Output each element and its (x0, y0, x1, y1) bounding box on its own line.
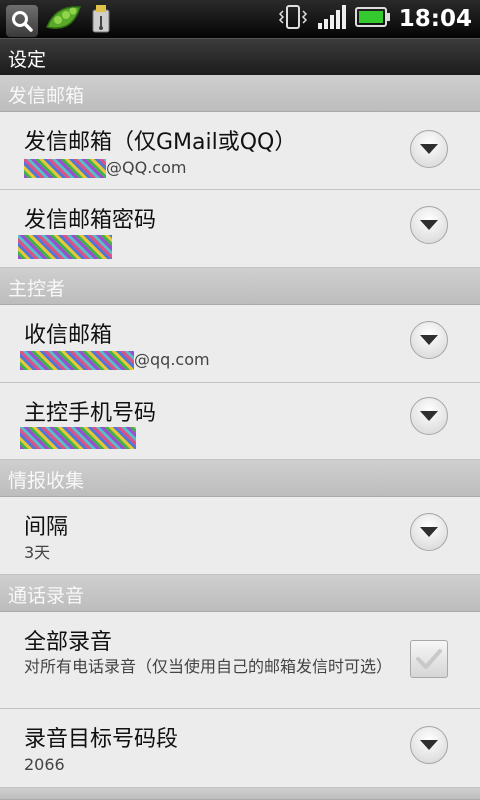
section-header-label: 情报收集 (8, 470, 85, 492)
section-header-label: 主控者 (8, 278, 66, 300)
record-all-checkbox[interactable] (410, 640, 448, 678)
item-summary: 2066 (24, 755, 65, 774)
email-domain: @QQ.com (106, 158, 187, 177)
item-summary: @qq.com (20, 349, 210, 370)
clock: 18:04 (398, 6, 472, 32)
section-header-label: 通话录音 (8, 585, 85, 607)
item-summary: 3天 (24, 543, 51, 562)
dropdown-arrow-icon[interactable] (410, 726, 448, 764)
usb-icon (90, 4, 112, 38)
item-summary (20, 426, 136, 449)
controller-phone-item[interactable]: 主控手机号码 (0, 383, 480, 460)
inbox-email-item[interactable]: 收信邮箱 @qq.com (0, 305, 480, 383)
dropdown-arrow-icon[interactable] (410, 397, 448, 435)
item-title: 主控手机号码 (24, 401, 157, 426)
item-title: 发信邮箱（仅GMail或QQ） (24, 130, 297, 155)
sender-email-item[interactable]: 发信邮箱（仅GMail或QQ） @QQ.com (0, 112, 480, 190)
item-title: 全部录音 (24, 630, 113, 655)
dropdown-arrow-icon[interactable] (410, 321, 448, 359)
sender-password-item[interactable]: 发信邮箱密码 (0, 190, 480, 268)
signal-icon (317, 4, 347, 34)
dropdown-arrow-icon[interactable] (410, 130, 448, 168)
section-header-recording: 通话录音 (0, 575, 480, 612)
page-title: 设定 (8, 49, 47, 71)
dropdown-arrow-icon[interactable] (410, 513, 448, 551)
item-summary: 对所有电话录音（仅当使用自己的邮箱发信时可选） (24, 657, 393, 676)
item-title: 间隔 (24, 515, 69, 540)
section-header-sender: 发信邮箱 (0, 75, 480, 112)
peapod-icon (44, 3, 84, 39)
interval-item[interactable]: 间隔 3天 (0, 497, 480, 575)
section-header-controller: 主控者 (0, 268, 480, 305)
masked-value (18, 235, 112, 259)
section-header-intel: 情报收集 (0, 460, 480, 497)
record-target-item[interactable]: 录音目标号码段 2066 (0, 709, 480, 788)
section-header-next (0, 788, 480, 800)
dropdown-arrow-icon[interactable] (410, 206, 448, 244)
search-icon[interactable] (6, 5, 38, 37)
masked-value (20, 351, 134, 370)
section-header-label: 发信邮箱 (8, 85, 85, 107)
record-all-item[interactable]: 全部录音 对所有电话录音（仅当使用自己的邮箱发信时可选） (0, 612, 480, 709)
item-title: 录音目标号码段 (24, 727, 179, 752)
item-summary: @QQ.com (24, 157, 186, 178)
email-domain: @qq.com (134, 350, 210, 369)
vibrate-icon (277, 4, 309, 34)
status-bar: 18:04 (0, 0, 480, 38)
masked-value (20, 426, 136, 449)
battery-icon (354, 6, 391, 32)
item-title: 发信邮箱密码 (24, 208, 157, 233)
item-title: 收信邮箱 (24, 323, 113, 348)
title-bar: 设定 (0, 38, 480, 75)
item-summary (18, 235, 112, 259)
masked-value (24, 159, 106, 178)
checkmark-icon (416, 649, 442, 669)
